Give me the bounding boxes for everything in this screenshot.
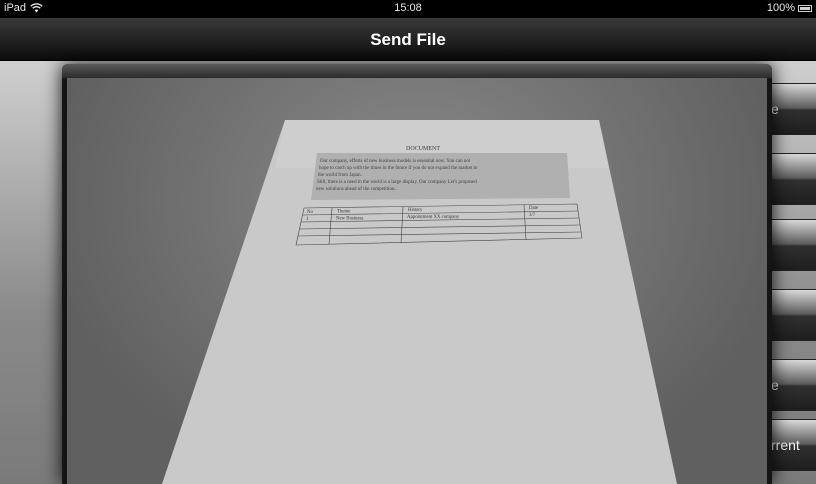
side-button-5-label: e xyxy=(771,377,779,393)
battery-icon xyxy=(798,4,812,12)
table-header-no: No xyxy=(307,210,313,215)
battery-percentage: 100% xyxy=(766,2,795,14)
status-bar: iPad 15:08 100% xyxy=(0,0,816,18)
table-header-theme: Theme xyxy=(337,210,350,215)
page-title: Send File xyxy=(370,30,446,49)
document-photo-canvas: DOCUMENT Our company, efforts of new bus… xyxy=(162,120,677,484)
paragraph-line-5: new solutions ahead of the competition. xyxy=(316,187,396,192)
side-button-6-label: rrent xyxy=(771,437,800,453)
side-button-1-label: e xyxy=(771,101,779,117)
paragraph-line-4: Still, there is a need in the world is a… xyxy=(317,180,477,185)
document-photo: DOCUMENT Our company, efforts of new bus… xyxy=(67,78,767,484)
paragraph-line-3: the world from Japan. xyxy=(318,173,362,178)
table-cell-theme: New Business xyxy=(336,217,363,222)
paragraph-line-2: hope to catch up with the times in the f… xyxy=(319,166,478,171)
table-cell-history: Appointment XX company xyxy=(407,215,460,220)
status-right: 100% xyxy=(767,2,812,14)
document-heading: DOCUMENT xyxy=(406,146,440,152)
paragraph-line-1: Our company, efforts of new business mod… xyxy=(320,159,471,164)
navigation-bar: Send File xyxy=(0,18,816,61)
file-preview-modal: DOCUMENT Our company, efforts of new bus… xyxy=(62,64,772,484)
status-time: 15:08 xyxy=(394,2,422,14)
table-header-history: History xyxy=(408,208,423,213)
modal-header xyxy=(62,64,772,78)
table-header-date: Date xyxy=(529,206,538,211)
table-cell-date: 3/7 xyxy=(529,213,536,218)
